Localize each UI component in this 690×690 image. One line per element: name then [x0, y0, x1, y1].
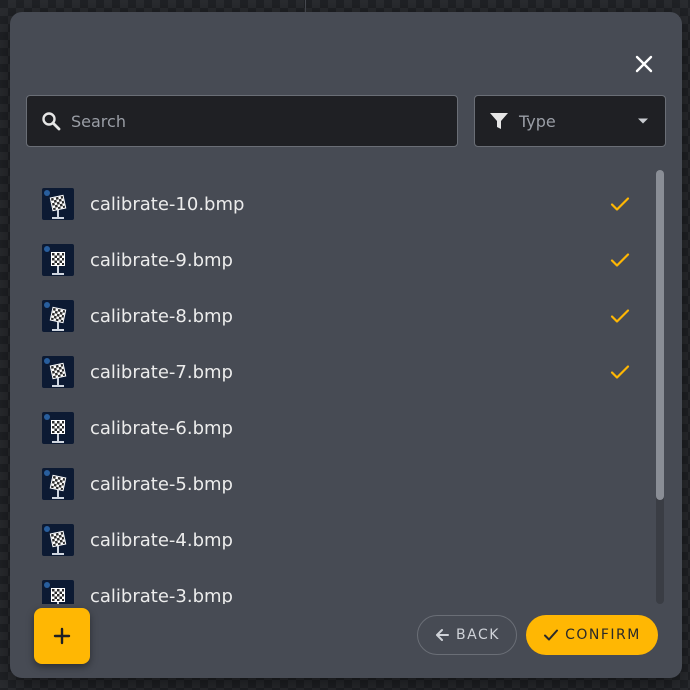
plus-icon [53, 627, 71, 645]
file-list-item[interactable]: calibrate-8.bmp [26, 288, 652, 344]
file-list-item[interactable]: calibrate-6.bmp [26, 400, 652, 456]
file-thumbnail [42, 356, 74, 388]
file-name: calibrate-7.bmp [90, 361, 233, 383]
file-list-scrollbar[interactable] [656, 170, 664, 604]
file-name: calibrate-3.bmp [90, 585, 233, 605]
confirm-button[interactable]: CONFIRM [526, 615, 658, 655]
file-name: calibrate-6.bmp [90, 417, 233, 439]
check-icon [608, 248, 632, 272]
close-button[interactable] [632, 52, 656, 76]
type-filter-select[interactable]: Type [474, 95, 666, 147]
confirm-button-label: CONFIRM [565, 627, 641, 643]
back-button-label: BACK [456, 627, 500, 643]
file-thumbnail [42, 300, 74, 332]
file-list-item[interactable]: calibrate-4.bmp [26, 512, 652, 568]
file-thumbnail [42, 412, 74, 444]
check-icon [608, 192, 632, 216]
file-thumbnail [42, 468, 74, 500]
file-picker-dialog: Type calibrate-10.bmpcalibrate-9.bmpcali… [10, 12, 682, 678]
file-thumbnail [42, 188, 74, 220]
caret-down-icon [631, 109, 655, 133]
search-field[interactable] [26, 95, 458, 147]
close-icon [635, 55, 653, 73]
check-icon [544, 629, 559, 641]
filter-icon [487, 109, 511, 133]
add-file-button[interactable] [34, 608, 90, 664]
file-name: calibrate-9.bmp [90, 249, 233, 271]
file-list-item[interactable]: calibrate-10.bmp [26, 176, 652, 232]
file-list-item[interactable]: calibrate-3.bmp [26, 568, 652, 604]
search-input[interactable] [71, 96, 457, 146]
arrow-left-icon [436, 629, 450, 641]
file-name: calibrate-4.bmp [90, 529, 233, 551]
file-name: calibrate-10.bmp [90, 193, 245, 215]
check-icon [608, 360, 632, 384]
file-thumbnail [42, 244, 74, 276]
check-icon [608, 304, 632, 328]
file-thumbnail [42, 524, 74, 556]
backdrop-divider [305, 0, 306, 12]
file-list-item[interactable]: calibrate-5.bmp [26, 456, 652, 512]
scrollbar-thumb[interactable] [656, 170, 664, 500]
file-name: calibrate-5.bmp [90, 473, 233, 495]
back-button[interactable]: BACK [417, 615, 517, 655]
file-list: calibrate-10.bmp calibrate-9.bmp calibrate… [26, 176, 652, 604]
search-icon [39, 109, 63, 133]
file-name: calibrate-8.bmp [90, 305, 233, 327]
type-filter-label: Type [519, 111, 556, 131]
file-list-item[interactable]: calibrate-9.bmp [26, 232, 652, 288]
file-thumbnail [42, 580, 74, 604]
file-list-item[interactable]: calibrate-7.bmp [26, 344, 652, 400]
